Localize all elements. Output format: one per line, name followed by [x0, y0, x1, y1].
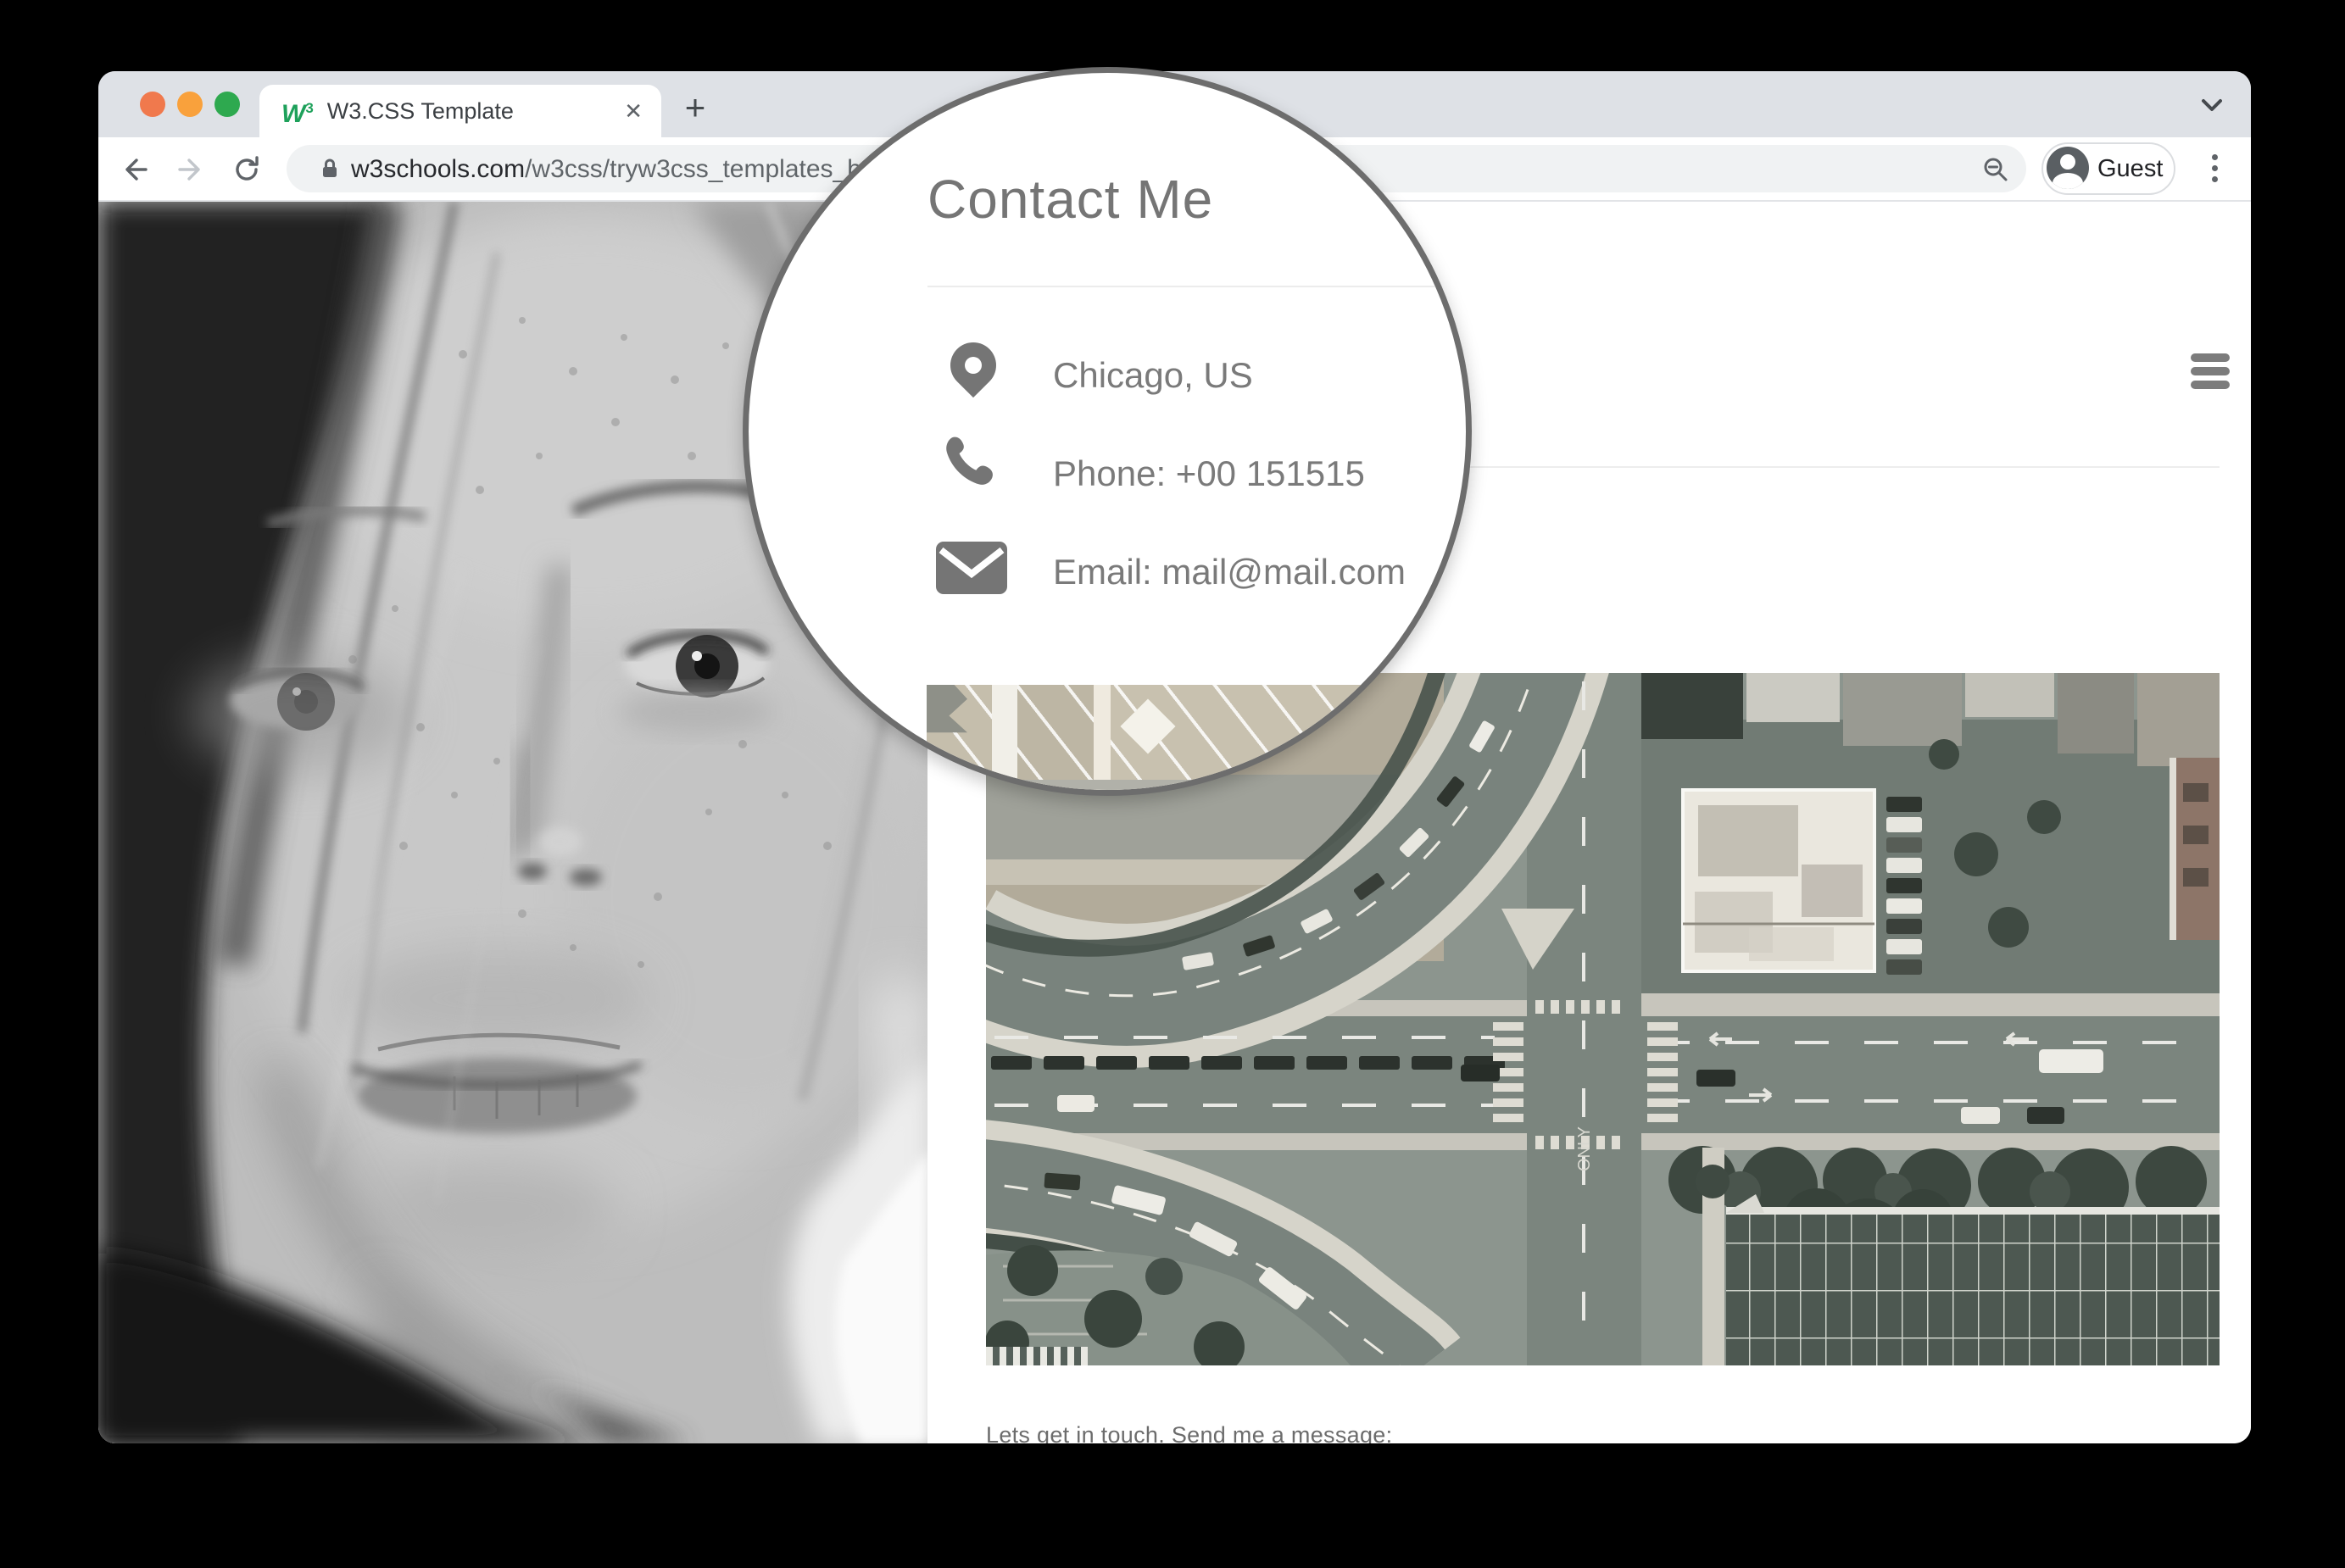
tab-title: W3.CSS Template [327, 98, 624, 125]
window-minimize-button[interactable] [177, 92, 203, 117]
url-text: w3schools.com/w3css/tryw3css_templates_b… [351, 145, 880, 192]
w3schools-favicon-icon: W3 [281, 96, 314, 127]
lock-icon[interactable] [317, 156, 343, 181]
zoom-out-icon[interactable] [1982, 156, 2009, 183]
menu-button[interactable] [2189, 348, 2231, 394]
location-pin-icon [941, 333, 1005, 398]
contact-section-title: Contact Me [927, 168, 1213, 231]
contact-phone: Phone: +00 151515 [1053, 454, 1365, 493]
contact-location: Chicago, US [1053, 356, 1253, 395]
email-icon [936, 542, 1007, 598]
contact-caption: Lets get in touch. Send me a message: [986, 1422, 1392, 1443]
profile-label: Guest [2097, 144, 2163, 193]
forward-icon[interactable] [175, 153, 207, 186]
phone-icon [939, 432, 1003, 501]
title-divider [927, 286, 1472, 287]
magnifier-circle: Contact Me Chicago, US Phone: +00 151515… [743, 67, 1472, 796]
new-tab-button[interactable]: + [677, 90, 714, 127]
reload-icon[interactable] [231, 153, 263, 186]
window-zoom-button[interactable] [214, 92, 240, 117]
window-close-button[interactable] [140, 92, 165, 117]
browser-tab[interactable]: W3 W3.CSS Template ✕ [259, 85, 661, 137]
road-marking-text: ONLY [1575, 1126, 1594, 1171]
chevron-down-icon[interactable] [2199, 95, 2225, 115]
magnified-aerial-corner [927, 685, 1472, 796]
avatar [2047, 147, 2089, 189]
menu-dots-icon[interactable] [2203, 151, 2226, 186]
back-icon[interactable] [119, 153, 151, 186]
tab-close-icon[interactable]: ✕ [624, 100, 643, 122]
profile-chip[interactable]: Guest [2041, 142, 2175, 195]
contact-email: Email: mail@mail.com [1053, 553, 1406, 592]
